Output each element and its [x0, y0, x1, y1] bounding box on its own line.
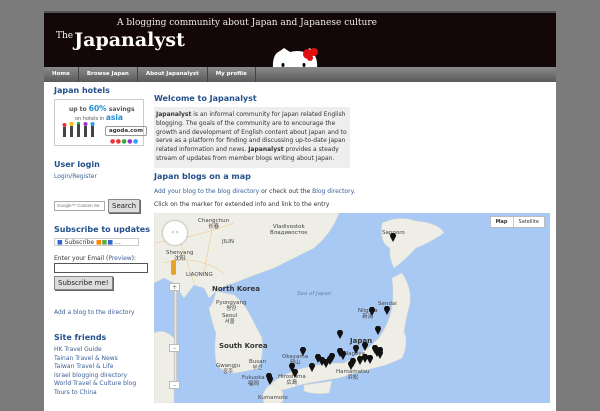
blog-marker-icon[interactable]	[362, 342, 368, 351]
blog-marker-icon[interactable]	[300, 347, 306, 356]
blog-marker-icon[interactable]	[377, 350, 383, 359]
email-field[interactable]	[54, 262, 148, 273]
map-type-satellite[interactable]: Satellite	[514, 217, 544, 227]
map-label-pyongyang: Pyongyang 평양	[216, 300, 247, 312]
blog-marker-icon[interactable]	[384, 306, 390, 315]
blog-map[interactable]: Map Satellite ‹ › + – – Changchun 长春 JILIN…	[154, 213, 550, 403]
friend-link[interactable]: World Travel & Culture blog	[54, 380, 150, 389]
preview-link[interactable]: Preview	[108, 255, 131, 262]
email-label: Enter your Email (Preview):	[54, 254, 137, 262]
add-blog-link[interactable]: Add a blog to the directory	[54, 309, 150, 318]
nav-home[interactable]: Home	[44, 67, 79, 82]
blog-marker-icon[interactable]	[348, 361, 354, 370]
map-instructions: Click on the marker for extended info an…	[154, 200, 330, 208]
map-type-map[interactable]: Map	[491, 217, 514, 227]
friend-link[interactable]: Israel blogging directory	[54, 372, 150, 381]
blog-marker-icon[interactable]	[353, 345, 359, 354]
blog-marker-icon[interactable]	[340, 351, 346, 360]
friend-link[interactable]: Tours to China	[54, 389, 150, 398]
map-label-north-korea: North Korea	[212, 285, 260, 293]
zoom-slider[interactable]	[174, 285, 177, 388]
nav-about[interactable]: About Japanalyst	[138, 67, 208, 82]
subscribe-button[interactable]: Subscribe me!	[54, 275, 113, 290]
map-type-control: Map Satellite	[489, 216, 545, 228]
people-illustration	[62, 122, 95, 137]
pan-control[interactable]: ‹ ›	[163, 221, 187, 245]
friend-link[interactable]: HK Travel Guide	[54, 346, 150, 355]
blog-directory-link[interactable]: Blog directory	[312, 188, 353, 195]
sidebar: Japan hotels up to 60% savings on hotels…	[54, 86, 150, 397]
map-heading: Japan blogs on a map	[154, 171, 251, 181]
blog-marker-icon[interactable]	[309, 363, 315, 372]
map-label-south-korea: South Korea	[219, 342, 268, 350]
nav-my-profile[interactable]: My profile	[208, 67, 256, 82]
map-label-vladivostok: Vladivostok Владивосток	[270, 224, 308, 236]
map-label-seoul: Seoul 서울	[222, 313, 238, 325]
main-content: Welcome to Japanalyst Japanalyst is an i…	[154, 94, 550, 214]
friends-heading: Site friends	[54, 333, 107, 342]
map-label-gwangju: Gwangju 광주	[216, 363, 241, 375]
map-label-shenyang: Shenyang 沈阳	[166, 250, 194, 262]
color-dots: ●●●●●	[110, 138, 139, 145]
blog-marker-icon[interactable]	[267, 376, 273, 385]
blog-marker-icon[interactable]	[367, 355, 373, 364]
search-button[interactable]: Search	[108, 198, 141, 213]
map-label-changchun: Changchun 长春	[198, 218, 230, 230]
nav-browse-japan[interactable]: Browse Japan	[79, 67, 138, 82]
add-blog-directory-link[interactable]: Add your blog to the blog directory	[154, 188, 259, 195]
site-header: A blogging community about Japan and Jap…	[44, 11, 556, 69]
main-nav: Home Browse Japan About Japanalyst My pr…	[44, 67, 556, 82]
blog-marker-icon[interactable]	[375, 326, 381, 335]
agoda-ad-banner[interactable]: up to 60% savings on hotels in asia agod…	[54, 99, 147, 146]
welcome-heading: Welcome to Japanalyst	[154, 94, 257, 103]
blog-marker-icon[interactable]	[329, 353, 335, 362]
login-heading: User login	[54, 160, 100, 169]
search-input[interactable]	[54, 200, 105, 211]
friend-link[interactable]: Taiwan Travel & Life	[54, 363, 150, 372]
blog-marker-icon[interactable]	[292, 369, 298, 378]
tagline: A blogging community about Japan and Jap…	[117, 18, 377, 28]
map-label-fukuoka: Fukuoka 福岡	[242, 375, 265, 387]
site-logo[interactable]: TheJapanalyst	[56, 29, 185, 51]
login-register-link[interactable]: Login/Register	[54, 173, 150, 182]
map-label-busan: Busan 부산	[249, 359, 266, 371]
zoom-in-button[interactable]: +	[169, 283, 180, 291]
map-label-hamamatsu: Hamamatsu 浜松	[336, 369, 370, 381]
blog-marker-icon[interactable]	[369, 307, 375, 316]
map-label-liaoning: LIAONING	[186, 272, 213, 278]
map-label-sea: Sea of Japan	[297, 291, 332, 297]
blog-marker-icon[interactable]	[337, 330, 343, 339]
agoda-logo: agoda.com	[105, 126, 147, 136]
street-view-pegman-icon[interactable]	[171, 260, 176, 275]
zoom-slider-handle[interactable]: –	[169, 344, 180, 352]
hotels-heading: Japan hotels	[54, 86, 110, 95]
blog-marker-icon[interactable]	[390, 233, 396, 242]
friend-link[interactable]: Tainan Travel & News	[54, 355, 150, 364]
map-label-kumamoto: Kumamoto	[258, 395, 288, 401]
page: A blogging community about Japan and Jap…	[44, 11, 556, 411]
subscribe-heading: Subscribe to updates	[54, 224, 150, 234]
hello-kitty-image	[272, 48, 318, 69]
subscribe-badge[interactable]: ■ Subscribe ■■■ …	[54, 237, 139, 246]
map-label-jilin: JILIN	[222, 239, 235, 245]
intro-box: Japanalyst is an informal community for …	[154, 107, 350, 168]
zoom-out-button[interactable]: –	[169, 381, 180, 389]
